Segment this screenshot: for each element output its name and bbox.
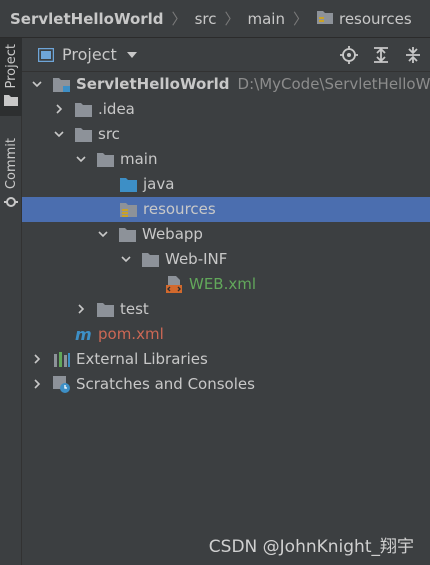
- tab-commit[interactable]: Commit: [0, 134, 22, 212]
- tab-commit-label: Commit: [3, 138, 19, 190]
- tree-row-web-xml[interactable]: WEB.xml: [22, 272, 430, 297]
- tree-row-webapp[interactable]: Webapp: [22, 222, 430, 247]
- folder-icon: [97, 153, 114, 167]
- tree-row-label: pom.xml: [98, 325, 164, 343]
- locate-icon[interactable]: [340, 46, 358, 64]
- tree-row-java[interactable]: java: [22, 172, 430, 197]
- chevron-right-icon[interactable]: [54, 104, 64, 114]
- breadcrumb: ServletHelloWorld 〉 src 〉 main 〉 resourc…: [0, 0, 430, 38]
- tree-row-label: java: [143, 175, 175, 193]
- tree-row-scratches-and-consoles[interactable]: Scratches and Consoles: [22, 372, 430, 397]
- module-folder-icon: [53, 78, 70, 92]
- tree-row-label: resources: [143, 200, 216, 218]
- chevron-right-icon[interactable]: [32, 379, 42, 389]
- chevron-down-icon[interactable]: [76, 154, 86, 164]
- breadcrumb-item-main[interactable]: main: [247, 10, 284, 28]
- tab-project[interactable]: Project: [0, 38, 22, 116]
- chevron-down-icon[interactable]: [121, 254, 131, 264]
- xml-file-icon: [166, 276, 182, 293]
- tree-row-project-root[interactable]: ServletHelloWorld D:\MyCode\ServletHelloW…: [22, 72, 430, 97]
- chevron-right-icon: 〉: [171, 10, 187, 28]
- breadcrumb-item-resources[interactable]: resources: [339, 10, 412, 28]
- tree-row-idea[interactable]: .idea: [22, 97, 430, 122]
- tree-row-label: Web-INF: [165, 250, 228, 268]
- scratches-icon: [53, 376, 70, 393]
- tool-window-stripe: Project Commit: [0, 38, 22, 565]
- source-folder-icon: [120, 178, 137, 192]
- project-root-label: ServletHelloWorld: [76, 75, 230, 93]
- tree-row-label: Scratches and Consoles: [76, 375, 255, 393]
- maven-icon: m: [75, 326, 92, 343]
- folder-icon: [4, 95, 18, 107]
- tree-row-test[interactable]: test: [22, 297, 430, 322]
- svg-text:m: m: [75, 326, 92, 343]
- tab-project-label: Project: [3, 44, 19, 89]
- resources-folder-icon: [316, 9, 334, 29]
- folder-icon: [119, 228, 136, 242]
- tree-row-external-libraries[interactable]: External Libraries: [22, 347, 430, 372]
- tree-row-label: WEB.xml: [189, 275, 257, 293]
- libraries-icon: [54, 352, 70, 367]
- panel-header: Project: [22, 38, 430, 72]
- tree-row-label: External Libraries: [76, 350, 208, 368]
- chevron-down-icon[interactable]: [126, 51, 137, 58]
- tree-row-label: ServletHelloWorld D:\MyCode\ServletHelloW…: [76, 75, 430, 93]
- folder-icon: [97, 303, 114, 317]
- tree-row-label: test: [120, 300, 149, 318]
- project-panel: Project ServletHelloWorld D:\MyCode\Servl…: [22, 38, 430, 565]
- tree-row-pom-xml[interactable]: m pom.xml: [22, 322, 430, 347]
- folder-icon: [75, 128, 92, 142]
- tree-row-label: .idea: [98, 100, 135, 118]
- tree-row-src[interactable]: src: [22, 122, 430, 147]
- project-root-path: D:\MyCode\ServletHelloWorld: [237, 75, 430, 93]
- folder-icon: [75, 103, 92, 117]
- chevron-down-icon[interactable]: [32, 79, 42, 89]
- tree-row-label: Webapp: [142, 225, 203, 243]
- chevron-right-icon: 〉: [224, 10, 240, 28]
- chevron-down-icon[interactable]: [98, 229, 108, 239]
- folder-icon: [142, 253, 159, 267]
- tree-row-label: src: [98, 125, 120, 143]
- breadcrumb-item-src[interactable]: src: [195, 10, 217, 28]
- tree-row-web-inf[interactable]: Web-INF: [22, 247, 430, 272]
- chevron-right-icon[interactable]: [76, 304, 86, 314]
- breadcrumb-item-project[interactable]: ServletHelloWorld: [10, 10, 164, 28]
- commit-icon: [4, 197, 18, 208]
- resources-folder-icon: [120, 203, 137, 217]
- chevron-right-icon: 〉: [292, 10, 308, 28]
- project-view-icon: [38, 47, 54, 62]
- tree-row-resources[interactable]: resources: [22, 197, 430, 222]
- tree-row-main[interactable]: main: [22, 147, 430, 172]
- watermark: CSDN @JohnKnight_翔宇: [208, 537, 414, 557]
- tree-row-label: main: [120, 150, 158, 168]
- panel-title: Project: [62, 45, 117, 64]
- chevron-right-icon[interactable]: [32, 354, 42, 364]
- collapse-all-icon[interactable]: [404, 46, 422, 64]
- chevron-down-icon[interactable]: [54, 129, 64, 139]
- expand-all-icon[interactable]: [372, 46, 390, 64]
